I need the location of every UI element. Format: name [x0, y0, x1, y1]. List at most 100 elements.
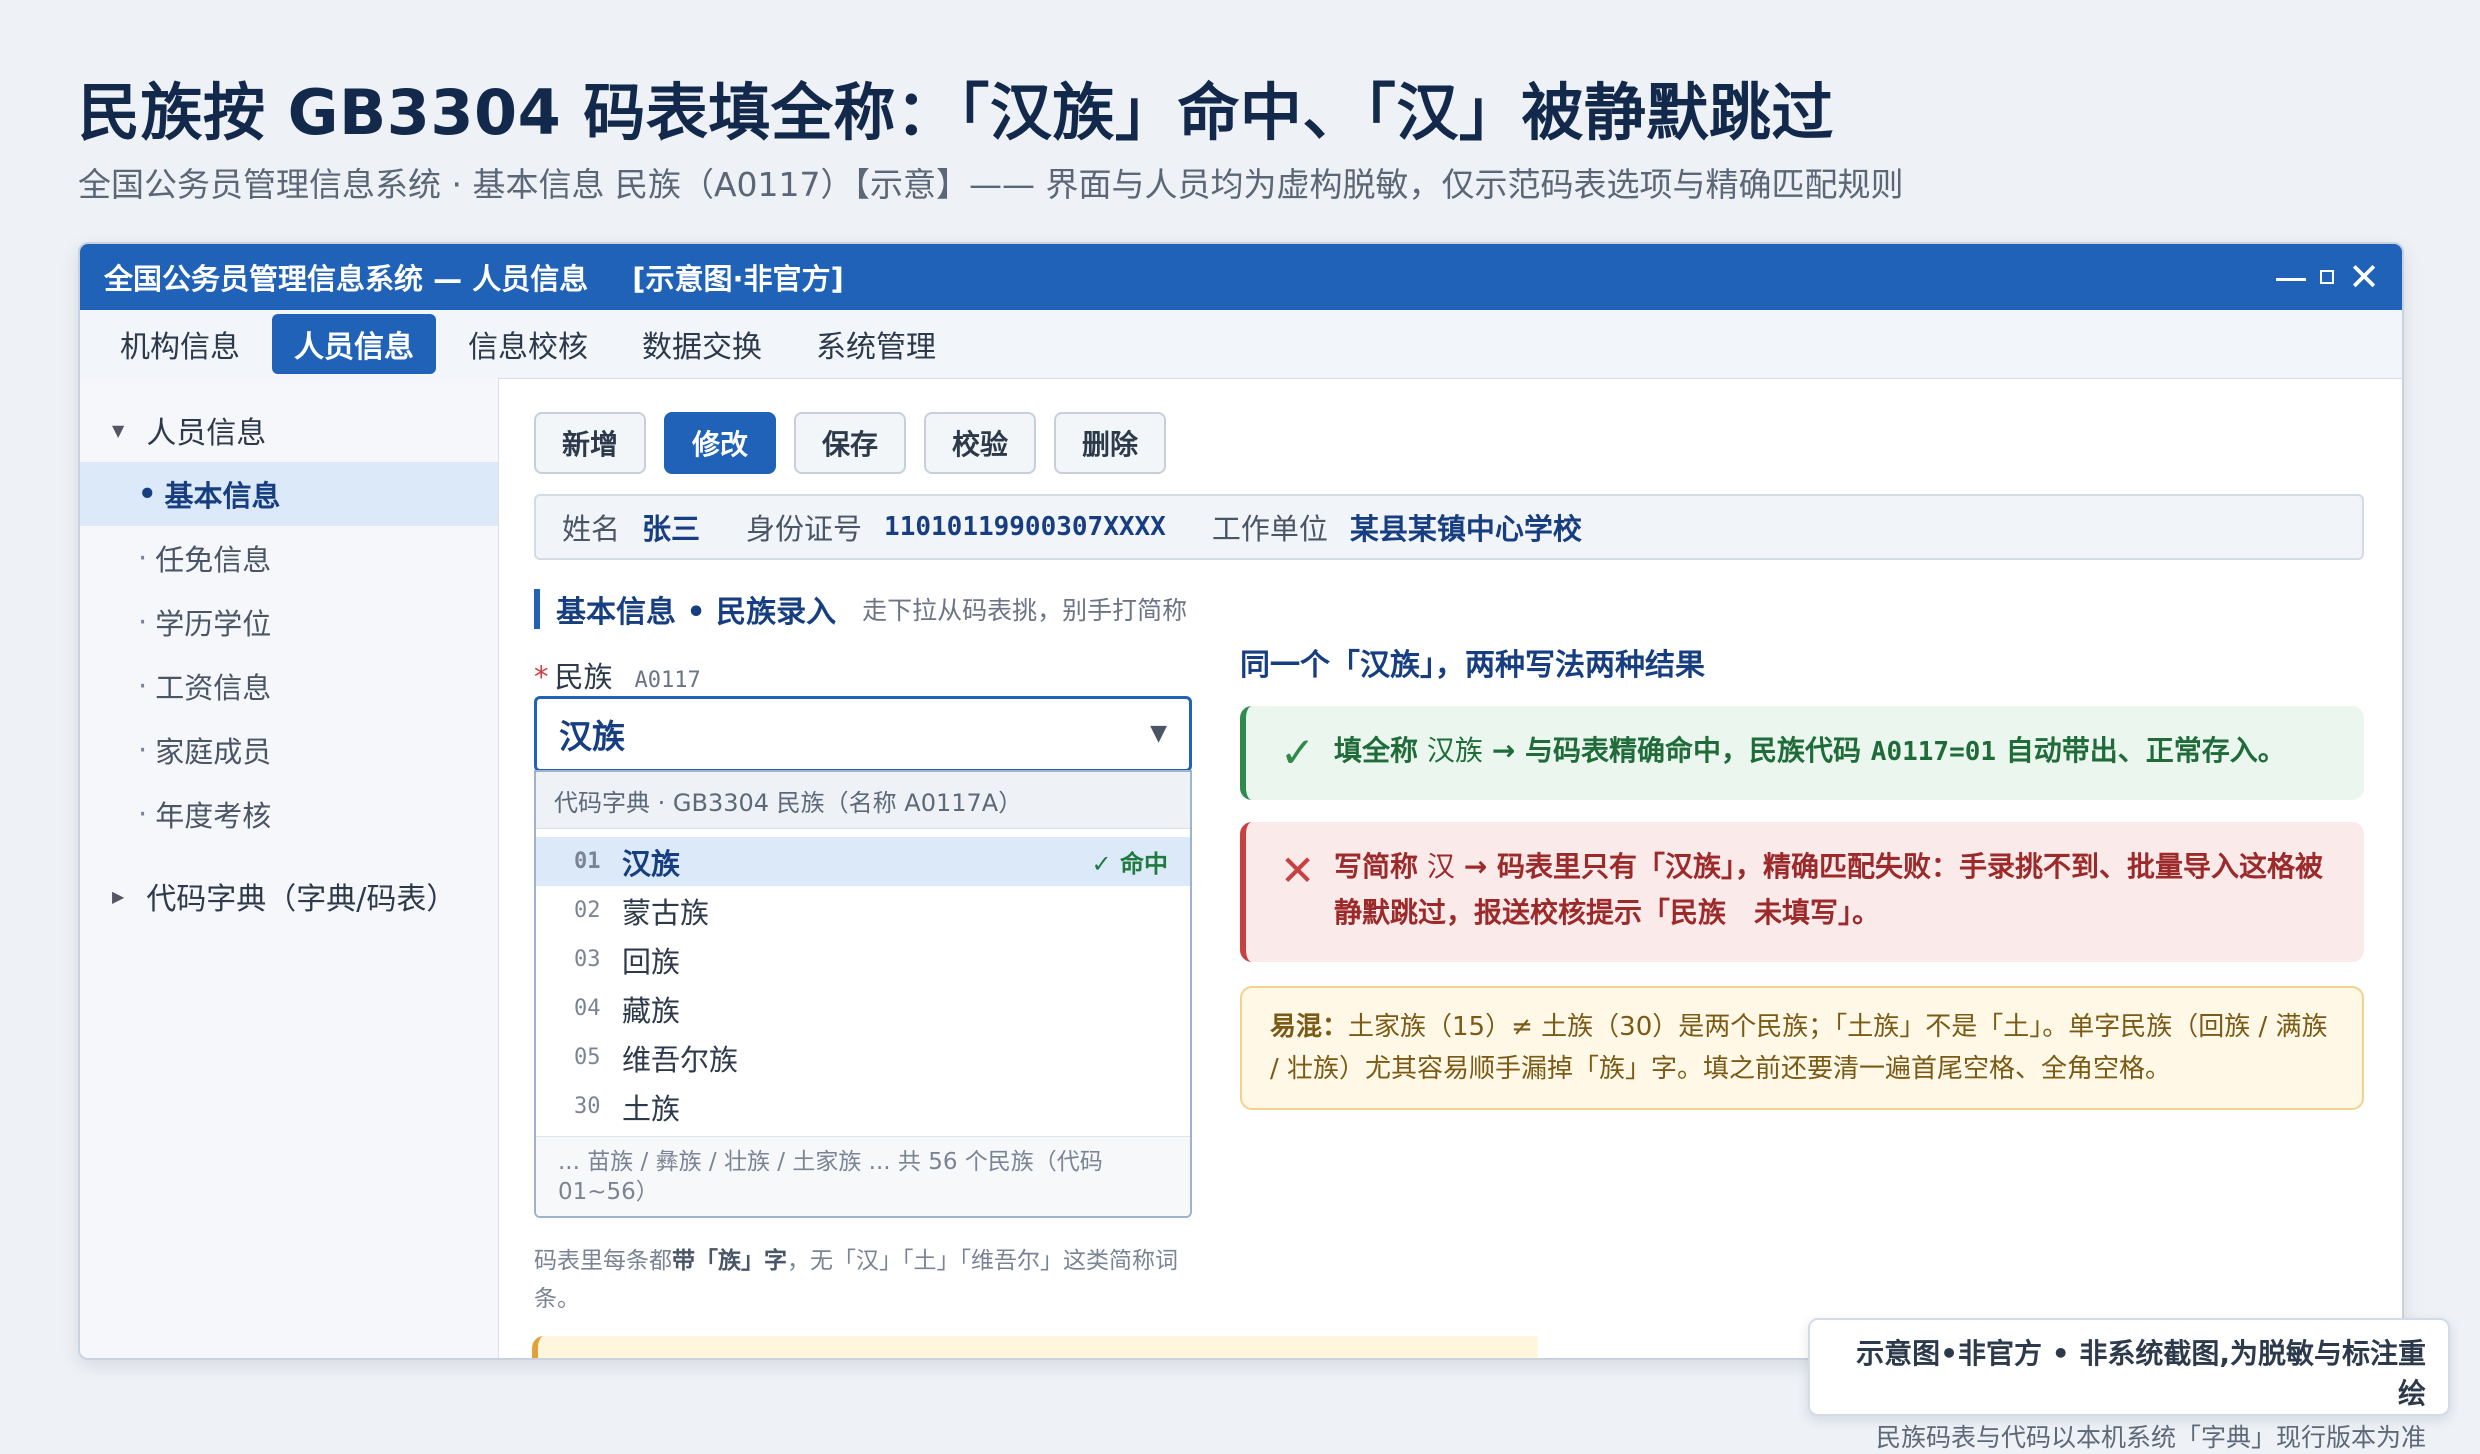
dropdown-note: 码表里每条都带「族」字，无「汉」「土」「维吾尔」这类简称词条。 [534, 1242, 1194, 1318]
required-mark: * [534, 660, 549, 694]
sidebar-item-label: 年度考核 [155, 799, 272, 833]
sidebar-item-label: 工资信息 [155, 671, 272, 705]
option-code: 03 [574, 947, 601, 972]
confusion-lead: 易混： [1270, 1012, 1349, 1042]
menu-system-admin[interactable]: 系统管理 [794, 314, 958, 374]
sidebar-item-basic-info[interactable]: • 基本信息 [80, 462, 498, 526]
field-label-text: 民族 [554, 660, 613, 694]
edit-button[interactable]: 修改 [664, 412, 776, 474]
option-code: 05 [574, 1045, 601, 1070]
sidebar-item-appointment[interactable]: · 任免信息 [80, 526, 498, 590]
bottom-warning-strip [532, 1336, 1538, 1358]
cross-icon: ✕ [1280, 846, 1316, 895]
ethnicity-select[interactable]: 汉族 ▼ [534, 696, 1192, 772]
option-hui[interactable]: 03 回族 [536, 935, 1190, 984]
compare-title: 同一个「汉族」，两种写法两种结果 [1240, 648, 1705, 683]
app-window: 全国公务员管理信息系统 — 人员信息 [示意图·非官方] ✕ 机构信息 人员信息… [78, 242, 2404, 1360]
page-title: 民族按 GB3304 码表填全称：「汉族」命中、「汉」被静默跳过 [78, 76, 1834, 149]
field-code: A0117 [634, 668, 701, 693]
option-code: 30 [574, 1094, 601, 1119]
sidebar-group-code-dict[interactable]: ▶ 代码字典（字典/码表） [80, 864, 498, 928]
section-accent-bar [534, 589, 540, 629]
sidebar-item-education[interactable]: · 学历学位 [80, 590, 498, 654]
id-label: 身份证号 [746, 512, 863, 546]
sidebar-group-label: 代码字典（字典/码表） [146, 882, 457, 917]
option-name: 土族 [622, 1091, 681, 1126]
success-text: 填全称 汉族 → 与码表精确命中，民族代码 A0117=01 自动带出、正常存入… [1334, 728, 2334, 775]
main-panel: 新增 修改 保存 校验 删除 姓名 张三 身份证号 11010119900307… [498, 378, 2402, 1358]
validate-button[interactable]: 校验 [924, 412, 1036, 474]
section-hint: 走下拉从码表挑，别手打简称 [862, 596, 1188, 625]
success-lead: 填全称 [1334, 734, 1419, 767]
hit-badge: ✓ 命中 [1091, 850, 1168, 878]
dropdown-footer: ... 苗族 / 彝族 / 壮族 / 土家族 ... 共 56 个民族（代码 0… [536, 1136, 1190, 1216]
confusion-text: 易混：土家族（15）≠ 土族（30）是两个民族；「土族」不是「土」。单字民族（回… [1270, 1006, 2332, 1090]
close-icon[interactable]: ✕ [2348, 258, 2380, 296]
stamp-line2: 民族码表与代码以本机系统「字典」现行版本为准 [1875, 1423, 2426, 1452]
id-value: 11010119900307XXXX [884, 512, 1166, 542]
failure-text: 写简称 汉 → 码表里只有「汉族」，精确匹配失败：手录挑不到、批量导入这格被静默… [1334, 844, 2334, 936]
sidebar-item-label: 学历学位 [155, 607, 272, 641]
minimize-icon[interactable] [2276, 277, 2307, 281]
delete-button[interactable]: 删除 [1054, 412, 1166, 474]
ethnicity-field-label: * 民族 A0117 [534, 654, 701, 696]
toolbar: 新增 修改 保存 校验 删除 [534, 412, 1166, 474]
failure-body: → 码表里只有「汉族」，精确匹配失败：手录挑不到、批量导入这格被静默跳过，报送校… [1334, 850, 2324, 929]
menu-info-check[interactable]: 信息校核 [446, 314, 610, 374]
sidebar-group-person[interactable]: ▼ 人员信息 [80, 398, 498, 462]
menu-person-info[interactable]: 人员信息 [272, 314, 436, 374]
option-name: 回族 [622, 944, 681, 979]
option-tu[interactable]: 30 土族 [536, 1082, 1190, 1131]
note-bold: 带「族」字 [672, 1248, 787, 1274]
menu-org-info[interactable]: 机构信息 [98, 314, 262, 374]
sidebar-item-label: 家庭成员 [155, 735, 272, 769]
confusion-card: 易混：土家族（15）≠ 土族（30）是两个民族；「土族」不是「土」。单字民族（回… [1240, 986, 2364, 1110]
caret-right-icon: ▶ [112, 886, 125, 906]
success-code: A0117=01 [1870, 737, 1997, 767]
add-button[interactable]: 新增 [534, 412, 646, 474]
option-code: 01 [574, 849, 601, 874]
stamp-line1: 示意图•非官方 • 非系统截图,为脱敏与标注重绘 [1856, 1337, 2426, 1410]
window-titlebar: 全国公务员管理信息系统 — 人员信息 [示意图·非官方] ✕ [80, 244, 2402, 310]
name-value: 张三 [642, 512, 701, 546]
unit-value: 某县某镇中心学校 [1349, 512, 1582, 546]
window-tag: [示意图·非官方] [632, 262, 844, 296]
menu-data-exchange[interactable]: 数据交换 [620, 314, 784, 374]
success-card: ✓ 填全称 汉族 → 与码表精确命中，民族代码 A0117=01 自动带出、正常… [1240, 706, 2364, 800]
section-heading: 基本信息 • 民族录入 走下拉从码表挑，别手打简称 [534, 588, 1187, 630]
page-subtitle: 全国公务员管理信息系统 · 基本信息 民族（A0117）【示意】—— 界面与人员… [78, 165, 1904, 204]
note-text: 码表里每条都 [534, 1248, 672, 1274]
sidebar-item-label: 基本信息 [164, 479, 281, 513]
save-button[interactable]: 保存 [794, 412, 906, 474]
maximize-icon[interactable] [2320, 270, 2335, 284]
option-code: 02 [574, 898, 601, 923]
option-code: 04 [574, 996, 601, 1021]
sidebar-item-family[interactable]: · 家庭成员 [80, 718, 498, 782]
success-tail: 自动带出、正常存入。 [1996, 734, 2286, 767]
success-value: 汉族 [1418, 734, 1492, 767]
option-name: 蒙古族 [622, 895, 710, 930]
menu-bar: 机构信息 人员信息 信息校核 数据交换 系统管理 [80, 310, 2402, 379]
select-value: 汉族 [559, 717, 625, 756]
section-title: 基本信息 • 民族录入 [556, 595, 837, 630]
chevron-down-icon[interactable]: ▼ [1150, 721, 1167, 746]
option-uyghur[interactable]: 05 维吾尔族 [536, 1033, 1190, 1082]
sidebar-item-salary[interactable]: · 工资信息 [80, 654, 498, 718]
sidebar-item-annual-review[interactable]: · 年度考核 [80, 782, 498, 846]
option-name: 汉族 [622, 846, 681, 881]
failure-value: 汉 [1418, 850, 1464, 883]
option-name: 藏族 [622, 993, 681, 1028]
option-zang[interactable]: 04 藏族 [536, 984, 1190, 1033]
person-info-bar: 姓名 张三 身份证号 11010119900307XXXX 工作单位 某县某镇中… [534, 494, 2364, 560]
window-title: 全国公务员管理信息系统 — 人员信息 [104, 262, 589, 296]
window-controls: ✕ [2276, 244, 2380, 310]
failure-card: ✕ 写简称 汉 → 码表里只有「汉族」，精确匹配失败：手录挑不到、批量导入这格被… [1240, 822, 2364, 962]
option-mongol[interactable]: 02 蒙古族 [536, 886, 1190, 935]
disclaimer-stamp: 示意图•非官方 • 非系统截图,为脱敏与标注重绘 民族码表与代码以本机系统「字典… [1808, 1318, 2450, 1452]
option-han[interactable]: 01 汉族 ✓ 命中 [536, 837, 1190, 886]
sidebar: ▼ 人员信息 • 基本信息 · 任免信息 · 学历学位 · 工资信息 · 家庭成员 · 年度… [80, 378, 499, 1358]
dropdown-header: 代码字典 · GB3304 民族（名称 A0117A） [536, 772, 1190, 829]
success-body: → 与码表精确命中，民族代码 [1491, 734, 1871, 767]
confusion-body: 土家族（15）≠ 土族（30）是两个民族；「土族」不是「土」。单字民族（回族 /… [1270, 1012, 2328, 1084]
option-name: 维吾尔族 [622, 1042, 739, 1077]
